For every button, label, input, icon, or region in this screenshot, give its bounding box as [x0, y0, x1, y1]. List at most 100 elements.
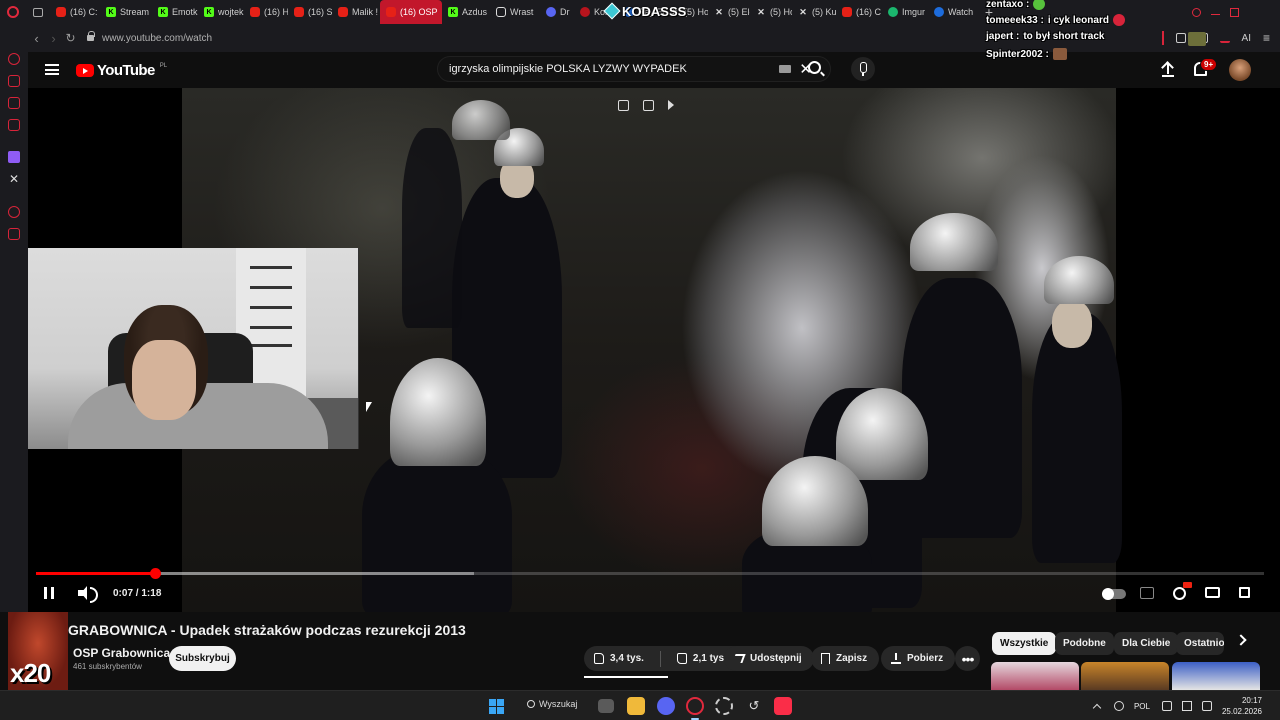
kick-icon: K [204, 7, 214, 17]
progress-bar[interactable] [36, 568, 1264, 579]
browser-tab[interactable]: Malik ! [332, 0, 380, 24]
browser-tab[interactable]: Watch [928, 0, 980, 24]
browser-tab[interactable]: (16) Hi [244, 0, 288, 24]
task-view-icon[interactable] [598, 699, 614, 713]
browser-tab[interactable]: (16) OSP [380, 0, 442, 24]
chat-emote [1112, 14, 1125, 26]
channel-name[interactable]: OSP Grabownica [73, 646, 170, 660]
volume-icon[interactable] [78, 586, 98, 603]
subscriber-count: 461 subskrybentów [73, 662, 142, 671]
chevron-up-icon[interactable] [1092, 703, 1102, 712]
history-icon[interactable] [8, 53, 20, 65]
bag-icon[interactable] [8, 75, 20, 87]
autoplay-toggle-icon[interactable] [1102, 588, 1126, 600]
microphone-icon[interactable] [851, 57, 875, 81]
clock-icon[interactable] [8, 206, 20, 218]
maximize-icon[interactable] [1230, 7, 1239, 17]
chip-recent[interactable]: Ostatnio [1176, 632, 1224, 655]
youtube-icon [250, 7, 260, 17]
globe-icon [934, 7, 944, 17]
browser-tab[interactable]: (16) C: [50, 0, 100, 24]
battery-icon[interactable] [1201, 701, 1212, 711]
save-button[interactable]: Zapisz [811, 646, 880, 671]
close-window-icon[interactable] [1249, 8, 1258, 17]
suggested-video-thumbnail[interactable] [1172, 662, 1260, 690]
speaker-icon[interactable] [1181, 701, 1192, 711]
reload-button[interactable]: ↻ [62, 24, 79, 52]
opera-icon[interactable] [686, 697, 704, 715]
search-input[interactable]: igrzyska olimpijskie POLSKA LYZWY WYPADE… [437, 56, 831, 82]
pause-icon[interactable] [44, 587, 54, 599]
network-icon[interactable] [1161, 701, 1172, 711]
x-icon[interactable]: ✕ [8, 173, 20, 185]
chevron-right-icon[interactable] [1235, 634, 1247, 646]
menu-icon[interactable]: ≡ [1263, 31, 1270, 45]
chip-for-you[interactable]: Dla Ciebie [1114, 632, 1179, 655]
browser-tab[interactable]: ✕ (5) Ele [708, 0, 750, 24]
browser-tab-label: Azdus [462, 7, 488, 17]
browser-tab[interactable]: Dr [540, 0, 574, 24]
subtitles-icon[interactable] [1140, 587, 1154, 599]
upload-icon[interactable] [1162, 62, 1174, 77]
microphone-icon[interactable] [1113, 701, 1124, 711]
browser-tab[interactable]: K Emotk [152, 0, 198, 24]
browser-tab[interactable]: (16) Si [288, 0, 332, 24]
file-explorer-icon[interactable] [627, 697, 645, 715]
like-button[interactable]: 3,4 tys. [584, 646, 654, 671]
miniplayer-icon[interactable] [618, 100, 629, 111]
app-icon[interactable] [715, 697, 733, 715]
aria-ai-button[interactable]: AI [1242, 33, 1251, 44]
suggested-video-thumbnail[interactable] [991, 662, 1079, 690]
url-field[interactable]: www.youtube.com/watch [102, 33, 212, 44]
download-icon[interactable] [1219, 33, 1230, 43]
hamburger-menu-icon[interactable] [45, 64, 59, 75]
progress-played [36, 572, 156, 575]
forward-button[interactable]: › [45, 24, 62, 52]
search-query[interactable]: igrzyska olimpijskie POLSKA LYZWY WYPADE… [449, 63, 779, 75]
twitch-icon[interactable] [8, 151, 20, 163]
chip-all[interactable]: Wszystkie [992, 632, 1057, 655]
tab-overview-icon[interactable] [26, 0, 50, 24]
picture-in-picture-icon[interactable] [643, 100, 654, 111]
discord-icon[interactable] [657, 697, 675, 715]
back-button[interactable]: ‹ [28, 24, 45, 52]
mouse-cursor-icon [366, 402, 372, 412]
taskbar-search[interactable]: Wyszukaj [527, 699, 577, 709]
fullscreen-icon[interactable] [1239, 587, 1250, 598]
video-player[interactable] [28, 88, 1280, 612]
browser-tab[interactable]: Wrast [490, 0, 540, 24]
skip-icon[interactable] [668, 100, 674, 110]
browser-tab[interactable]: Imgur [882, 0, 928, 24]
music-icon[interactable] [774, 697, 792, 715]
more-actions-icon[interactable]: ••• [955, 646, 980, 671]
search-icon[interactable] [808, 61, 821, 74]
download-button[interactable]: Pobierz [881, 646, 956, 671]
clock[interactable]: 20:17 25.02.2026 [1222, 695, 1262, 717]
browser-tab[interactable]: ✕ (5) Ku [792, 0, 836, 24]
browser-tab[interactable]: Kwojtek [198, 0, 244, 24]
youtube-icon [842, 7, 852, 17]
settings-gear-icon[interactable] [1173, 587, 1186, 600]
account-avatar[interactable] [1229, 59, 1251, 81]
youtube-logo[interactable]: YouTube PL [76, 62, 167, 79]
minimize-icon[interactable] [1211, 10, 1220, 15]
share-button[interactable]: Udostępnij [724, 646, 814, 671]
chip-related[interactable]: Podobne [1055, 632, 1114, 655]
suggested-video-thumbnail[interactable] [1081, 662, 1169, 690]
language-indicator[interactable]: POL [1134, 702, 1150, 711]
subscribe-button[interactable]: Subskrybuj [169, 646, 236, 671]
keyboard-icon[interactable] [779, 65, 792, 73]
theater-mode-icon[interactable] [1205, 587, 1220, 598]
browser-tab[interactable]: K Azdus [442, 0, 490, 24]
browser-tab[interactable]: ✕ (5) Ho [750, 0, 792, 24]
messenger-icon[interactable] [8, 97, 20, 109]
opera-logo-icon[interactable] [0, 0, 26, 24]
app-icon[interactable]: ↺ [745, 697, 763, 715]
bookmark-icon[interactable] [8, 228, 20, 240]
tab-search-icon[interactable] [1192, 7, 1201, 17]
instagram-icon[interactable] [8, 119, 20, 131]
windows-start-icon[interactable] [489, 699, 504, 714]
browser-tab[interactable]: K Stream [100, 0, 152, 24]
extensions-icon[interactable] [1175, 33, 1186, 43]
browser-tab[interactable]: (16) C [836, 0, 882, 24]
